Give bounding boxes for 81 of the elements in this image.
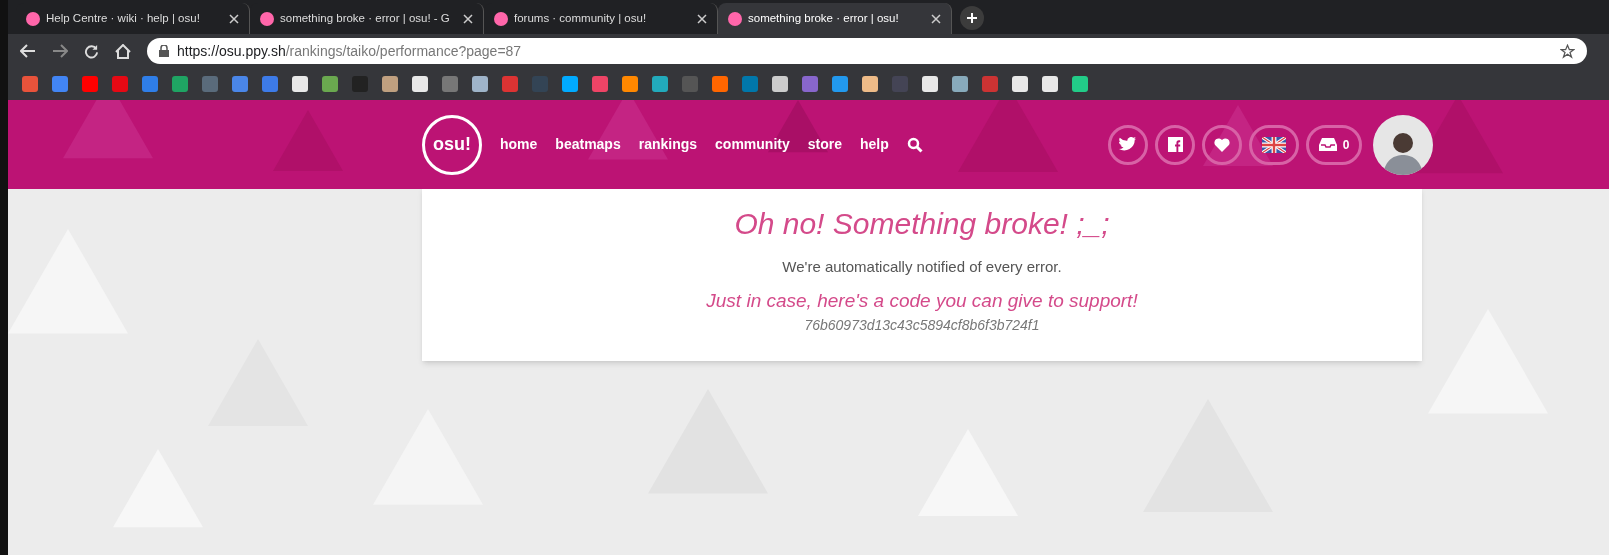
bird-icon xyxy=(1119,137,1137,152)
close-icon[interactable] xyxy=(931,13,941,24)
bookmark-icon[interactable] xyxy=(382,76,398,92)
plus-icon xyxy=(966,12,978,24)
error-message: We're automatically notified of every error. xyxy=(782,257,1062,277)
bookmark-icon[interactable] xyxy=(112,76,128,92)
back-icon[interactable] xyxy=(20,44,36,58)
facebook-icon xyxy=(1167,137,1183,152)
facebook-button[interactable] xyxy=(1155,124,1195,165)
new-tab-button[interactable] xyxy=(960,6,984,30)
bookmark-icon[interactable] xyxy=(22,76,38,92)
bookmark-icon[interactable] xyxy=(1012,76,1028,92)
close-icon[interactable] xyxy=(229,13,239,24)
close-icon[interactable] xyxy=(463,13,473,24)
nav-link[interactable]: community xyxy=(715,134,790,155)
bookmark-icon[interactable] xyxy=(1042,76,1058,92)
tab-favicon-icon xyxy=(260,11,274,26)
tab-favicon-icon xyxy=(728,11,742,26)
bookmark-icon[interactable] xyxy=(682,76,698,92)
bookmark-icon[interactable] xyxy=(142,76,158,92)
bookmark-icon[interactable] xyxy=(352,76,368,92)
bookmark-icon[interactable] xyxy=(202,76,218,92)
bookmark-icon[interactable] xyxy=(172,76,188,92)
bookmark-icon[interactable] xyxy=(442,76,458,92)
bookmark-icon[interactable] xyxy=(292,76,308,92)
tab-title: something broke · error | osu! xyxy=(748,10,900,26)
bookmark-icon[interactable] xyxy=(532,76,548,92)
lock-icon xyxy=(159,45,169,57)
nav-link[interactable]: store xyxy=(807,134,842,155)
notifications-button[interactable]: 0 xyxy=(1306,124,1362,165)
nav-link[interactable]: rankings xyxy=(638,134,698,155)
tab-title: Help Centre · wiki · help | osu! xyxy=(46,10,201,26)
bookmark-icon[interactable] xyxy=(652,76,668,92)
address-bar[interactable]: https://osu.ppy.sh/rankings/taiko/performance?page=87 xyxy=(147,38,1587,64)
error-code: 76b60973d13c43c5894cf8b6f3b724f1 xyxy=(804,316,1040,335)
tab-title: forums · community | osu! xyxy=(514,10,648,26)
bookmark-icon[interactable] xyxy=(472,76,488,92)
nav-link[interactable]: home xyxy=(500,134,538,155)
bookmark-icon[interactable] xyxy=(562,76,578,92)
bookmark-icon[interactable] xyxy=(952,76,968,92)
language-button[interactable] xyxy=(1249,124,1299,165)
error-title: Oh no! Something broke! ;_; xyxy=(734,206,1110,242)
star-icon[interactable] xyxy=(1560,43,1575,59)
bookmark-icon[interactable] xyxy=(922,76,938,92)
bookmark-icon[interactable] xyxy=(1072,76,1088,92)
bookmark-icon[interactable] xyxy=(52,76,68,92)
bookmark-icon[interactable] xyxy=(622,76,638,92)
browser-tab[interactable]: something broke · error | osu! xyxy=(718,3,952,34)
osu-logo[interactable]: osu! xyxy=(422,114,482,175)
bookmark-icon[interactable] xyxy=(892,76,908,92)
bookmark-icon[interactable] xyxy=(322,76,338,92)
tab-favicon-icon xyxy=(26,11,40,26)
bookmark-icon[interactable] xyxy=(82,76,98,92)
forward-icon[interactable] xyxy=(52,44,68,58)
support-button[interactable] xyxy=(1202,124,1242,165)
bookmark-icon[interactable] xyxy=(712,76,728,92)
reload-icon[interactable] xyxy=(84,43,99,59)
flag-icon xyxy=(1262,136,1286,153)
tab-title: something broke · error | osu! - G xyxy=(280,10,451,26)
close-icon[interactable] xyxy=(697,13,707,24)
bookmark-icon[interactable] xyxy=(772,76,788,92)
bookmark-icon[interactable] xyxy=(592,76,608,92)
twitter-button[interactable] xyxy=(1108,124,1148,165)
bookmark-icon[interactable] xyxy=(802,76,818,92)
bookmark-icon[interactable] xyxy=(982,76,998,92)
bookmark-icon[interactable] xyxy=(862,76,878,92)
bookmark-icon[interactable] xyxy=(232,76,248,92)
support-text: Just in case, here's a code you can give to support! xyxy=(706,288,1138,313)
inbox-icon xyxy=(1318,138,1337,151)
bookmark-icon[interactable] xyxy=(262,76,278,92)
bookmark-icon[interactable] xyxy=(412,76,428,92)
bookmark-icon[interactable] xyxy=(742,76,758,92)
url-text: https://osu.ppy.sh/rankings/taiko/performance?page=87 xyxy=(177,41,523,61)
home-icon[interactable] xyxy=(115,43,131,59)
nav-link[interactable]: beatmaps xyxy=(555,134,621,155)
bookmark-icon[interactable] xyxy=(832,76,848,92)
nav-link[interactable]: help xyxy=(860,134,889,155)
tab-favicon-icon xyxy=(494,11,508,26)
bookmark-icon[interactable] xyxy=(502,76,518,92)
heart-icon xyxy=(1214,137,1230,152)
search-icon[interactable] xyxy=(906,136,923,153)
